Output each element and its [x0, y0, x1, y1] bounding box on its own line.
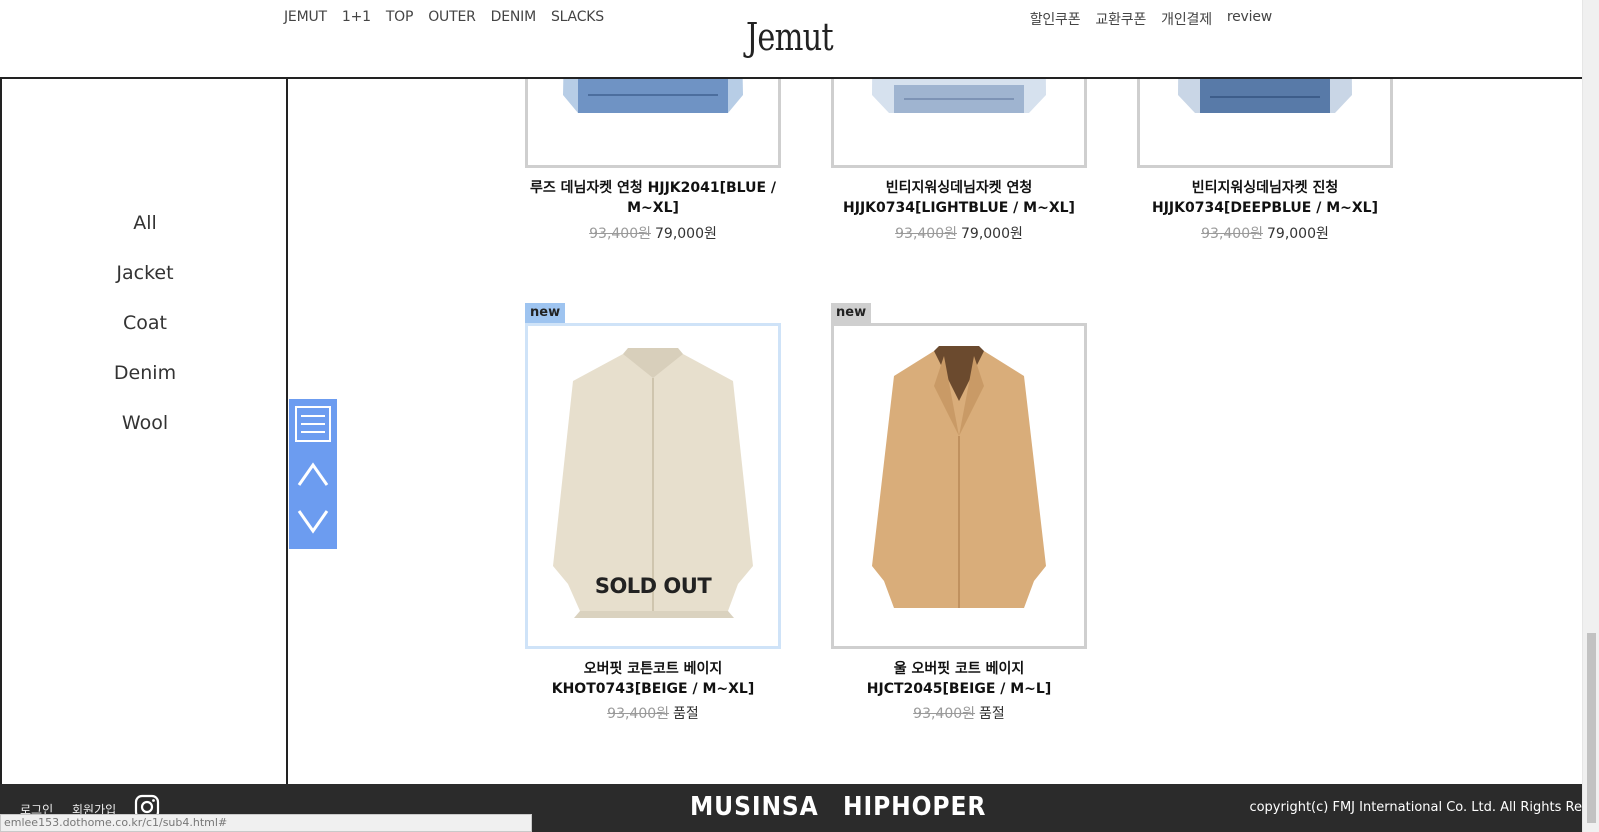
nav-outer[interactable]: OUTER — [428, 9, 476, 25]
product-price: 93,400원 품절 — [831, 703, 1087, 723]
category-denim[interactable]: Denim — [2, 362, 288, 384]
nav-review[interactable]: review — [1227, 9, 1272, 29]
sale-price: 79,000원 — [961, 226, 1023, 242]
nav-denim[interactable]: DENIM — [491, 9, 537, 25]
menu-icon[interactable] — [293, 403, 333, 445]
scroll-up-icon[interactable] — [293, 453, 333, 495]
product-image[interactable] — [831, 323, 1087, 649]
product-name[interactable]: 오버핏 코튼코트 베이지 KHOT0743[BEIGE / M~XL] — [515, 659, 791, 699]
category-jacket[interactable]: Jacket — [2, 262, 288, 284]
original-price: 93,400원 — [1201, 226, 1263, 242]
nav-slacks[interactable]: SLACKS — [551, 9, 604, 25]
product-image[interactable]: SOLD OUT — [525, 323, 781, 649]
category-coat[interactable]: Coat — [2, 312, 288, 334]
musinsa-logo[interactable]: MUSINSA — [690, 792, 819, 822]
nav-exchange-coupon[interactable]: 교환쿠폰 — [1095, 9, 1146, 29]
product-name[interactable]: 루즈 데님자켓 연청 HJJK2041[BLUE / M~XL] — [515, 178, 791, 218]
utility-nav: 할인쿠폰 교환쿠폰 개인결제 review — [1030, 9, 1273, 29]
product-price: 93,400원 품절 — [525, 703, 781, 723]
stock-status: 품절 — [673, 706, 699, 722]
stock-status: 품절 — [979, 706, 1005, 722]
nav-discount-coupon[interactable]: 할인쿠폰 — [1030, 9, 1081, 29]
nav-top[interactable]: TOP — [386, 9, 414, 25]
category-all[interactable]: All — [2, 212, 288, 234]
nav-personal-payment[interactable]: 개인결제 — [1161, 9, 1212, 29]
main-nav: JEMUT 1+1 TOP OUTER DENIM SLACKS — [284, 9, 604, 25]
quick-menu — [289, 399, 337, 549]
new-badge: new — [831, 303, 872, 323]
category-sidebar: All Jacket Coat Denim Wool — [0, 79, 288, 784]
product-price: 93,400원 79,000원 — [525, 223, 781, 243]
product-price: 93,400원 79,000원 — [831, 223, 1087, 243]
scrollbar-thumb[interactable] — [1587, 633, 1596, 823]
hiphoper-logo[interactable]: HIPHOPER — [843, 792, 986, 822]
category-wool[interactable]: Wool — [2, 412, 288, 434]
product-name[interactable]: 빈티지워싱데님자켓 연청 HJJK0734[LIGHTBLUE / M~XL] — [821, 178, 1097, 218]
sale-price: 79,000원 — [1267, 226, 1329, 242]
product-price: 93,400원 79,000원 — [1137, 223, 1393, 243]
browser-status-bar: emlee153.dothome.co.kr/c1/sub4.html# — [0, 814, 532, 832]
nav-jemut[interactable]: JEMUT — [284, 9, 327, 25]
sale-price: 79,000원 — [655, 226, 717, 242]
sold-out-label: SOLD OUT — [594, 574, 712, 598]
original-price: 93,400원 — [913, 706, 976, 722]
original-price: 93,400원 — [589, 226, 651, 242]
new-badge: new — [525, 303, 566, 323]
original-price: 93,400원 — [895, 226, 957, 242]
copyright-text: copyright(c) FMJ International Co. Ltd. … — [1249, 800, 1582, 815]
scroll-down-icon[interactable] — [293, 501, 333, 543]
product-name[interactable]: 울 오버핏 코트 베이지 HJCT2045[BEIGE / M~L] — [821, 659, 1097, 699]
page-scrollbar[interactable] — [1582, 0, 1599, 832]
product-name[interactable]: 빈티지워싱데님자켓 진청 HJJK0734[DEEPBLUE / M~XL] — [1127, 178, 1403, 218]
site-header: JEMUT 1+1 TOP OUTER DENIM SLACKS Jemut 할… — [0, 0, 1582, 79]
nav-1plus1[interactable]: 1+1 — [342, 9, 371, 25]
site-logo[interactable]: Jemut — [746, 15, 834, 59]
original-price: 93,400원 — [607, 706, 670, 722]
